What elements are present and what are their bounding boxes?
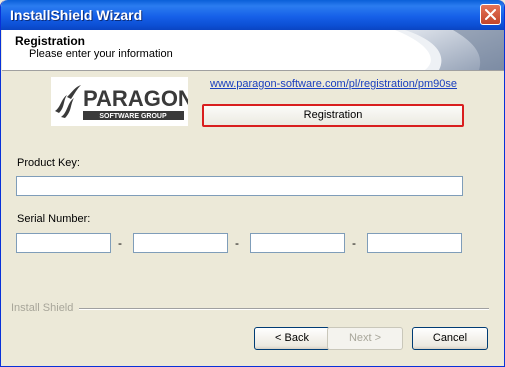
installshield-group-label: Install Shield	[11, 302, 74, 314]
paragon-logo-icon: PARAGON SOFTWARE GROUP	[55, 85, 194, 120]
registration-link[interactable]: www.paragon-software.com/pl/registration…	[210, 78, 457, 90]
serial-number-label: Serial Number:	[17, 213, 91, 225]
footer-divider	[79, 308, 489, 310]
serial-separator: -	[235, 236, 239, 250]
back-button[interactable]: < Back	[254, 327, 330, 350]
title-bar[interactable]: InstallShield Wizard	[1, 0, 504, 30]
installshield-window: InstallShield Wizard Registration Please…	[0, 0, 505, 367]
product-key-input[interactable]	[16, 176, 463, 196]
serial-field-4[interactable]	[367, 233, 462, 253]
product-key-label: Product Key:	[17, 157, 80, 169]
close-button[interactable]	[480, 4, 501, 25]
next-button[interactable]: Next >	[327, 327, 403, 350]
logo-tagline-text: SOFTWARE GROUP	[99, 113, 167, 120]
wizard-header: Registration Please enter your informati…	[2, 30, 504, 71]
serial-separator: -	[352, 236, 356, 250]
paragon-logo: PARAGON SOFTWARE GROUP	[51, 77, 194, 126]
logo-brand-text: PARAGON	[83, 86, 188, 111]
serial-field-2[interactable]	[133, 233, 228, 253]
close-icon	[485, 9, 496, 20]
serial-field-1[interactable]	[16, 233, 111, 253]
serial-separator: -	[118, 236, 122, 250]
cancel-button[interactable]: Cancel	[412, 327, 488, 350]
header-title: Registration	[15, 34, 86, 48]
serial-field-3[interactable]	[250, 233, 345, 253]
header-graphic-icon	[395, 30, 504, 70]
registration-button[interactable]: Registration	[202, 104, 464, 127]
header-subtitle: Please enter your information	[29, 48, 173, 60]
window-title: InstallShield Wizard	[10, 7, 143, 23]
